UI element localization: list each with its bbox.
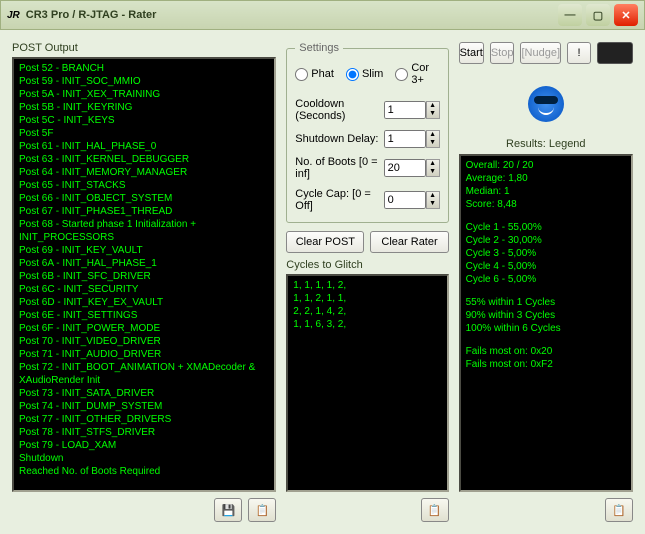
radio-slim[interactable]: [346, 68, 359, 81]
radio-phat-label[interactable]: Phat: [295, 62, 334, 86]
post-line: Post 69 - INIT_KEY_VAULT: [19, 244, 269, 257]
clipboard-icon: 📋: [428, 504, 442, 517]
post-line: Post 77 - INIT_OTHER_DRIVERS: [19, 413, 269, 426]
result-line: Cycle 2 - 30,00%: [466, 234, 626, 247]
settings-fieldset: Settings Phat Slim Cor 3+ Cooldown (Seco…: [286, 42, 448, 223]
radio-slim-label[interactable]: Slim: [346, 62, 383, 86]
result-line: Fails most on: 0x20: [466, 345, 626, 358]
close-button[interactable]: ✕: [614, 4, 638, 26]
post-line: Post 6C - INIT_SECURITY: [19, 283, 269, 296]
titlebar: JR CR3 Pro / R-JTAG - Rater — ▢ ✕: [0, 0, 645, 30]
post-output-label: POST Output: [12, 42, 276, 54]
shutdown-spinner[interactable]: ▲▼: [426, 130, 440, 148]
cycle-spinner[interactable]: ▲▼: [426, 191, 440, 209]
result-line: Cycle 1 - 55,00%: [466, 221, 626, 234]
post-line: Post 6A - INIT_HAL_PHASE_1: [19, 257, 269, 270]
start-button[interactable]: Start: [459, 42, 484, 64]
post-line: Post 67 - INIT_PHASE1_THREAD: [19, 205, 269, 218]
clear-rater-button[interactable]: Clear Rater: [370, 231, 448, 253]
post-line: Post 5B - INIT_KEYRING: [19, 101, 269, 114]
result-line: Fails most on: 0xF2: [466, 358, 626, 371]
camera-icon[interactable]: [597, 42, 633, 64]
post-line: Post 5A - INIT_XEX_TRAINING: [19, 88, 269, 101]
result-line: Cycle 3 - 5,00%: [466, 247, 626, 260]
glitch-box[interactable]: 1, 1, 1, 1, 2,1, 1, 2, 1, 1,2, 2, 1, 4, …: [286, 274, 448, 492]
result-line: Overall: 20 / 20: [466, 159, 626, 172]
post-line: Post 6B - INIT_SFC_DRIVER: [19, 270, 269, 283]
cooldown-label: Cooldown (Seconds): [295, 98, 383, 122]
clipboard-icon: 📋: [255, 504, 269, 517]
floppy-icon: 💾: [221, 504, 235, 517]
post-line: Post 52 - BRANCH: [19, 62, 269, 75]
result-line: Cycle 4 - 5,00%: [466, 260, 626, 273]
post-line: Post 66 - INIT_OBJECT_SYSTEM: [19, 192, 269, 205]
post-output-box[interactable]: Post 52 - BRANCHPost 59 - INIT_SOC_MMIOP…: [12, 57, 276, 492]
cooldown-input[interactable]: [384, 101, 426, 119]
post-line: Post 68 - Started phase 1 Initialization…: [19, 218, 269, 244]
glitch-line: 1, 1, 2, 1, 1,: [293, 292, 441, 305]
post-line: Post 72 - INIT_BOOT_ANIMATION + XMADecod…: [19, 361, 269, 387]
maximize-button[interactable]: ▢: [586, 4, 610, 26]
result-line: 90% within 3 Cycles: [466, 309, 626, 322]
result-line: Cycle 6 - 5,00%: [466, 273, 626, 286]
settings-legend: Settings: [295, 42, 343, 54]
results-header: Results: Legend: [459, 138, 633, 150]
glitch-line: 1, 1, 1, 1, 2,: [293, 279, 441, 292]
glitch-clipboard-button[interactable]: 📋: [421, 498, 449, 522]
result-line: Average: 1,80: [466, 172, 626, 185]
post-line: Reached No. of Boots Required: [19, 465, 269, 478]
results-clipboard-button[interactable]: 📋: [605, 498, 633, 522]
post-line: Post 6F - INIT_POWER_MODE: [19, 322, 269, 335]
post-line: Post 5C - INIT_KEYS: [19, 114, 269, 127]
glitch-label: Cycles to Glitch: [286, 259, 448, 271]
post-line: Post 73 - INIT_SATA_DRIVER: [19, 387, 269, 400]
post-line: Post 64 - INIT_MEMORY_MANAGER: [19, 166, 269, 179]
result-line: 100% within 6 Cycles: [466, 322, 626, 335]
radio-cor3[interactable]: [395, 68, 408, 81]
minimize-button[interactable]: —: [558, 4, 582, 26]
post-line: Post 79 - LOAD_XAM: [19, 439, 269, 452]
clipboard-icon: 📋: [612, 504, 626, 517]
save-icon-button[interactable]: 💾: [214, 498, 242, 522]
post-line: Post 6D - INIT_KEY_EX_VAULT: [19, 296, 269, 309]
cycle-input[interactable]: [384, 191, 426, 209]
shutdown-label: Shutdown Delay:: [295, 133, 378, 145]
post-line: Post 78 - INIT_STFS_DRIVER: [19, 426, 269, 439]
clear-post-button[interactable]: Clear POST: [286, 231, 364, 253]
boots-input[interactable]: [384, 159, 426, 177]
nudge-button[interactable]: [Nudge]: [520, 42, 561, 64]
window-title: CR3 Pro / R-JTAG - Rater: [26, 9, 554, 21]
radio-phat[interactable]: [295, 68, 308, 81]
post-line: Post 71 - INIT_AUDIO_DRIVER: [19, 348, 269, 361]
post-line: Shutdown: [19, 452, 269, 465]
shutdown-input[interactable]: [384, 130, 426, 148]
post-line: Post 6E - INIT_SETTINGS: [19, 309, 269, 322]
post-line: Post 63 - INIT_KERNEL_DEBUGGER: [19, 153, 269, 166]
glitch-line: 2, 2, 1, 4, 2,: [293, 305, 441, 318]
result-line: Median: 1: [466, 185, 626, 198]
glitch-line: 1, 1, 6, 3, 2,: [293, 318, 441, 331]
post-line: Post 5F: [19, 127, 269, 140]
result-line: Score: 8,48: [466, 198, 626, 211]
post-line: Post 74 - INIT_DUMP_SYSTEM: [19, 400, 269, 413]
boots-label: No. of Boots [0 = inf]: [295, 156, 383, 180]
clipboard-icon-button[interactable]: 📋: [248, 498, 276, 522]
post-line: Post 65 - INIT_STACKS: [19, 179, 269, 192]
smiley-face-icon: [528, 86, 564, 122]
radio-cor3-label[interactable]: Cor 3+: [395, 62, 439, 86]
app-logo: JR: [7, 10, 20, 21]
result-line: 55% within 1 Cycles: [466, 296, 626, 309]
cycle-label: Cycle Cap: [0 = Off]: [295, 188, 383, 212]
post-line: Post 59 - INIT_SOC_MMIO: [19, 75, 269, 88]
cooldown-spinner[interactable]: ▲▼: [426, 101, 440, 119]
boots-spinner[interactable]: ▲▼: [426, 159, 440, 177]
exclaim-button[interactable]: !: [567, 42, 591, 64]
post-line: Post 70 - INIT_VIDEO_DRIVER: [19, 335, 269, 348]
post-line: Post 61 - INIT_HAL_PHASE_0: [19, 140, 269, 153]
stop-button[interactable]: Stop: [490, 42, 515, 64]
results-box[interactable]: Overall: 20 / 20Average: 1,80Median: 1Sc…: [459, 154, 633, 492]
